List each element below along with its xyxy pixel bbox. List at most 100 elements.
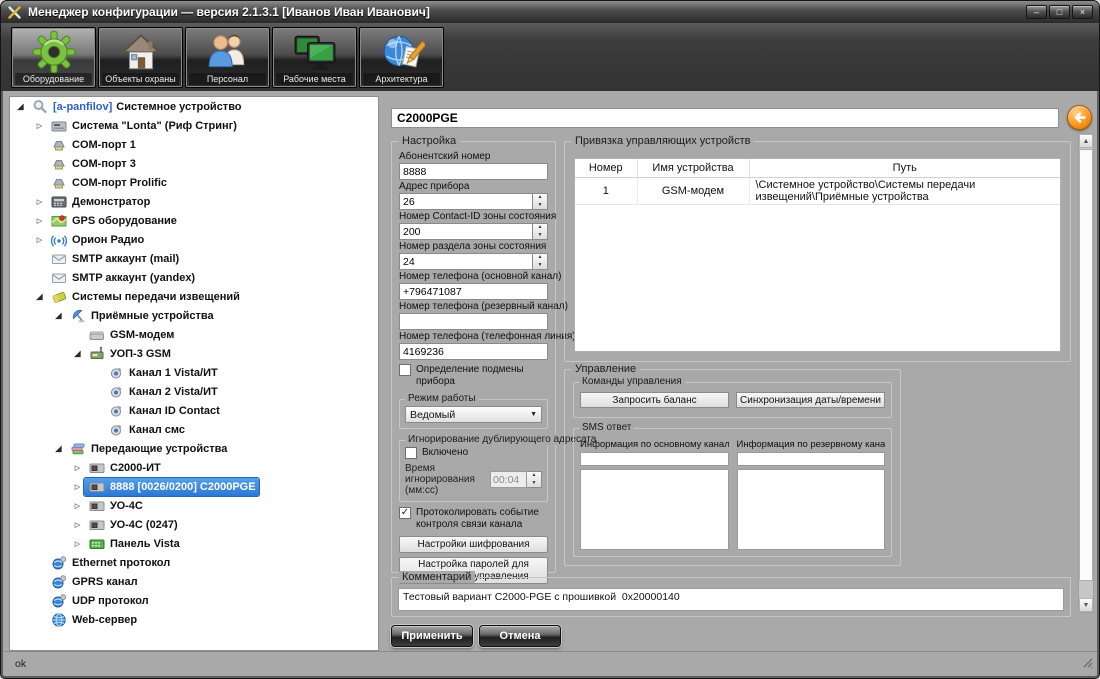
spinner-arrows-icon[interactable]: ▲▼ bbox=[533, 223, 548, 240]
tree-item-content[interactable]: COM-порт Prolific bbox=[46, 174, 170, 192]
tree-item-content[interactable]: Панель Vista bbox=[84, 535, 183, 553]
main-scrollbar[interactable]: ▲ ▼ bbox=[1078, 133, 1094, 613]
tree-item-content[interactable]: Web-сервер bbox=[46, 611, 140, 629]
tree-item-content[interactable]: SMTP аккаунт (yandex) bbox=[46, 269, 198, 287]
tree-item-content[interactable]: Канал 2 Vista/ИТ bbox=[103, 383, 221, 401]
tree-item-content[interactable]: COM-порт 3 bbox=[46, 155, 139, 173]
encryption-settings-button[interactable]: Настройки шифрования bbox=[399, 536, 548, 553]
toolbar-button[interactable]: Рабочие места bbox=[272, 27, 357, 88]
ignore-enabled-row[interactable]: Включено bbox=[405, 447, 542, 459]
tree-item[interactable]: SMTP аккаунт (yandex) bbox=[10, 268, 378, 287]
expander-collapsed-icon[interactable]: ▷ bbox=[33, 198, 46, 206]
tree-item-content[interactable]: UDP протокол bbox=[46, 592, 152, 610]
tree-item[interactable]: Канал ID Contact bbox=[10, 401, 378, 420]
expander-expanded-icon[interactable]: ◢ bbox=[71, 349, 84, 358]
tree-item[interactable]: Канал смс bbox=[10, 420, 378, 439]
tree-item[interactable]: Web-сервер bbox=[10, 610, 378, 629]
field-input[interactable] bbox=[399, 253, 533, 270]
expander-collapsed-icon[interactable]: ▷ bbox=[71, 540, 84, 548]
sms-channel-textarea[interactable] bbox=[580, 469, 729, 550]
tree-item[interactable]: UDP протокол bbox=[10, 591, 378, 610]
expander-collapsed-icon[interactable]: ▷ bbox=[71, 521, 84, 529]
spinner-arrows-icon[interactable]: ▲▼ bbox=[533, 193, 548, 210]
sms-channel-input[interactable] bbox=[580, 452, 729, 466]
tree-item-content[interactable]: GPS оборудование bbox=[46, 212, 180, 230]
ignore-enabled-checkbox[interactable] bbox=[405, 447, 417, 459]
field-input[interactable] bbox=[399, 283, 548, 300]
ignore-time-input[interactable] bbox=[490, 471, 527, 488]
tree-item[interactable]: SMTP аккаунт (mail) bbox=[10, 249, 378, 268]
tree-item-content[interactable]: [a-panfilov]Системное устройство bbox=[27, 98, 245, 116]
tree-item[interactable]: ▷С2000-ИТ bbox=[10, 458, 378, 477]
spinner-arrows-icon[interactable]: ▲▼ bbox=[527, 471, 542, 488]
expander-expanded-icon[interactable]: ◢ bbox=[52, 311, 65, 320]
tree-item-content[interactable]: Приёмные устройства bbox=[65, 307, 217, 325]
tree-item-content[interactable]: Ethernet протокол bbox=[46, 554, 173, 572]
tree-item-content[interactable]: Передающие устройства bbox=[65, 440, 230, 458]
apply-button[interactable]: Применить bbox=[391, 625, 473, 647]
expander-collapsed-icon[interactable]: ▷ bbox=[71, 464, 84, 472]
log-checkbox-row[interactable]: ✓ Протоколировать событие контроля связи… bbox=[399, 507, 548, 531]
command-button[interactable]: Синхронизация даты/времени bbox=[736, 392, 885, 408]
tree-item[interactable]: COM-порт 1 bbox=[10, 135, 378, 154]
field-input[interactable] bbox=[399, 223, 533, 240]
tree-item-content[interactable]: УОП-3 GSM bbox=[84, 345, 174, 363]
field-input[interactable] bbox=[399, 343, 548, 360]
tree-item[interactable]: ◢УОП-3 GSM bbox=[10, 344, 378, 363]
tree-item-content[interactable]: Демонстратор bbox=[46, 193, 153, 211]
tree-item[interactable]: Канал 2 Vista/ИТ bbox=[10, 382, 378, 401]
tree-item[interactable]: Канал 1 Vista/ИТ bbox=[10, 363, 378, 382]
expander-collapsed-icon[interactable]: ▷ bbox=[33, 217, 46, 225]
tree-item[interactable]: COM-порт 3 bbox=[10, 154, 378, 173]
toolbar-button[interactable]: Архитектура bbox=[359, 27, 444, 88]
expander-collapsed-icon[interactable]: ▷ bbox=[33, 236, 46, 244]
tree-item-content[interactable]: 8888 [0026/0200] C2000PGE bbox=[84, 478, 259, 496]
tree-item[interactable]: ◢[a-panfilov]Системное устройство bbox=[10, 97, 378, 116]
tree-item[interactable]: ▷Панель Vista bbox=[10, 534, 378, 553]
table-row[interactable]: 1GSM-модем\Системное устройство\Системы … bbox=[575, 177, 1060, 204]
tree-item[interactable]: ▷8888 [0026/0200] C2000PGE bbox=[10, 477, 378, 496]
tree-item-content[interactable]: УО-4С (0247) bbox=[84, 516, 181, 534]
tree-item-content[interactable]: Канал 1 Vista/ИТ bbox=[103, 364, 221, 382]
tree-item-content[interactable]: Орион Радио bbox=[46, 231, 147, 249]
tree-item[interactable]: ▷GPS оборудование bbox=[10, 211, 378, 230]
toolbar-button[interactable]: Объекты охраны bbox=[98, 27, 183, 88]
tree-item-content[interactable]: GPRS канал bbox=[46, 573, 141, 591]
tree-item[interactable]: GPRS канал bbox=[10, 572, 378, 591]
tree-item[interactable]: ▷Демонстратор bbox=[10, 192, 378, 211]
back-button[interactable] bbox=[1067, 105, 1092, 130]
field-input[interactable] bbox=[399, 163, 548, 180]
comment-textarea[interactable]: Тестовый вариант C2000-PGE с прошивкой 0… bbox=[398, 588, 1064, 611]
tree-item-content[interactable]: SMTP аккаунт (mail) bbox=[46, 250, 182, 268]
restore-button[interactable]: □ bbox=[1049, 5, 1070, 19]
cancel-button[interactable]: Отмена bbox=[479, 625, 561, 647]
toolbar-button[interactable]: Оборудование bbox=[11, 27, 96, 88]
field-input[interactable] bbox=[399, 193, 533, 210]
substitution-checkbox[interactable] bbox=[399, 364, 411, 376]
tree-item[interactable]: COM-порт Prolific bbox=[10, 173, 378, 192]
device-title-input[interactable] bbox=[391, 108, 1059, 128]
substitution-checkbox-row[interactable]: Определение подмены прибора bbox=[399, 364, 548, 388]
toolbar-button[interactable]: Персонал bbox=[185, 27, 270, 88]
minimize-button[interactable]: – bbox=[1026, 5, 1047, 19]
tree-item[interactable]: GSM-модем bbox=[10, 325, 378, 344]
expander-collapsed-icon[interactable]: ▷ bbox=[71, 502, 84, 510]
tree-item[interactable]: Ethernet протокол bbox=[10, 553, 378, 572]
sms-channel-textarea[interactable] bbox=[737, 469, 886, 550]
tree-item[interactable]: ◢Приёмные устройства bbox=[10, 306, 378, 325]
sms-channel-input[interactable] bbox=[737, 452, 886, 466]
close-button[interactable]: × bbox=[1072, 5, 1093, 19]
tree-item-content[interactable]: COM-порт 1 bbox=[46, 136, 139, 154]
tree-item-content[interactable]: С2000-ИТ bbox=[84, 459, 164, 477]
tree-item[interactable]: ▷Система "Lonta" (Риф Стринг) bbox=[10, 116, 378, 135]
command-button[interactable]: Запросить баланс bbox=[580, 392, 729, 408]
tree-item-content[interactable]: УО-4С bbox=[84, 497, 146, 515]
expander-expanded-icon[interactable]: ◢ bbox=[52, 444, 65, 453]
resize-grip[interactable] bbox=[1081, 656, 1093, 671]
tree-item-content[interactable]: GSM-модем bbox=[84, 326, 177, 344]
expander-expanded-icon[interactable]: ◢ bbox=[14, 102, 27, 111]
scrollbar-thumb[interactable] bbox=[1079, 149, 1093, 581]
tree-item-content[interactable]: Канал смс bbox=[103, 421, 188, 439]
tree-item[interactable]: ◢Передающие устройства bbox=[10, 439, 378, 458]
scroll-down-icon[interactable]: ▼ bbox=[1079, 598, 1093, 612]
